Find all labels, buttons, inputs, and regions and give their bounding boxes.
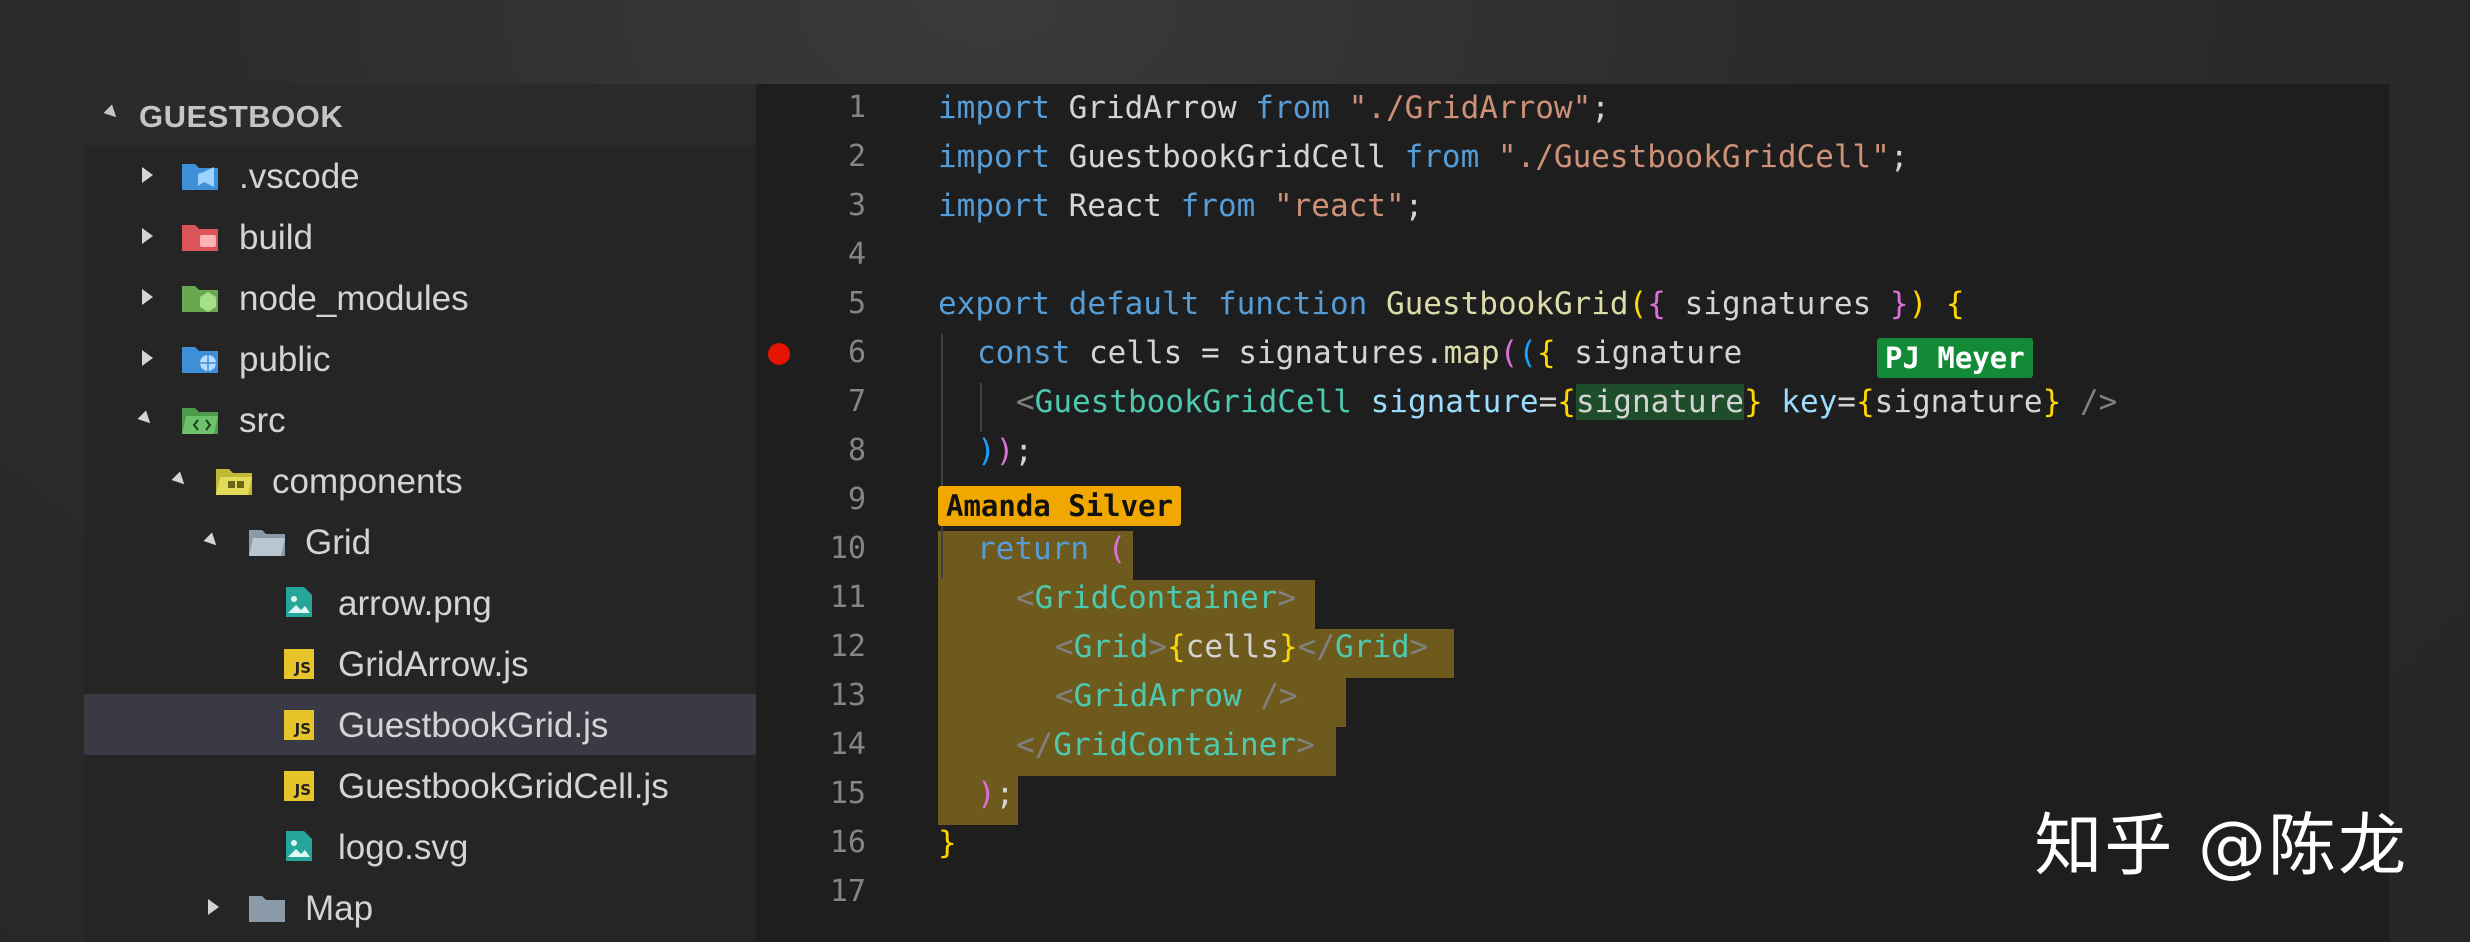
tree-item-label: Map — [305, 889, 374, 928]
tree-item-guestbookgridcell-js[interactable]: JS GuestbookGridCell.js — [84, 755, 756, 816]
tree-item-label: GridArrow.js — [338, 645, 529, 684]
folder-open-icon — [249, 530, 285, 556]
code-line[interactable]: 14 </GridContainer> — [756, 721, 2389, 770]
src-folder-icon — [182, 408, 218, 434]
tree-item-label: Grid — [305, 523, 372, 562]
code-line[interactable]: 5 export default function GuestbookGrid(… — [756, 280, 2389, 329]
components-folder-icon — [216, 469, 252, 495]
tree-item-src[interactable]: src — [84, 389, 756, 450]
line-number: 16 — [829, 825, 866, 860]
explorer-root-header[interactable]: GUESTBOOK — [84, 84, 756, 145]
line-number: 10 — [829, 531, 866, 566]
chevron-down-icon — [203, 532, 221, 550]
line-number: 2 — [847, 139, 866, 174]
code-line[interactable]: 6 const cells = signatures.map(({ signat… — [756, 329, 2389, 378]
code-line[interactable]: 7 <GuestbookGridCell signature={signatur… — [756, 378, 2389, 427]
tree-item-label: GuestbookGrid.js — [338, 706, 609, 745]
tree-item-label: build — [239, 218, 313, 257]
tree-item-gridarrow-js[interactable]: JS GridArrow.js — [84, 633, 756, 694]
code-line[interactable]: 3 import React from "react"; — [756, 182, 2389, 231]
tree-item-map[interactable]: Map — [84, 877, 756, 938]
code-line[interactable]: 8 )); — [756, 427, 2389, 476]
line-number: 12 — [829, 629, 866, 664]
tree-item-arrow-png[interactable]: arrow.png — [84, 572, 756, 633]
collaborator-flag-amanda: Amanda Silver — [938, 486, 1181, 526]
tree-item-logo-svg[interactable]: logo.svg — [84, 816, 756, 877]
tree-item-components[interactable]: components — [84, 450, 756, 511]
code-line[interactable]: 13 <GridArrow /> — [756, 672, 2389, 721]
line-number: 13 — [829, 678, 866, 713]
chevron-right-icon — [142, 228, 153, 244]
chevron-right-icon — [142, 350, 153, 366]
line-number: 15 — [829, 776, 866, 811]
tree-item-public[interactable]: public — [84, 328, 756, 389]
code-line[interactable]: 12 <Grid>{cells}</Grid> — [756, 623, 2389, 672]
code-line[interactable]: 11 <GridContainer> — [756, 574, 2389, 623]
tree-item-vscode[interactable]: .vscode — [84, 145, 756, 206]
js-file-icon: JS — [284, 710, 314, 740]
line-number: 4 — [847, 237, 866, 272]
chevron-right-icon — [142, 167, 153, 183]
explorer-root-title: GUESTBOOK — [139, 99, 344, 134]
chevron-right-icon — [208, 899, 219, 915]
line-number: 17 — [829, 874, 866, 909]
chevron-down-icon — [137, 410, 155, 428]
code-line[interactable]: 4 — [756, 231, 2389, 280]
tree-item-label: arrow.png — [338, 584, 492, 623]
folder-icon — [249, 896, 285, 922]
line-number: 5 — [847, 286, 866, 321]
tree-item-build[interactable]: build — [84, 206, 756, 267]
line-number: 8 — [847, 433, 866, 468]
js-file-icon: JS — [284, 649, 314, 679]
code-line[interactable]: 2 import GuestbookGridCell from "./Guest… — [756, 133, 2389, 182]
tree-item-label: src — [239, 401, 286, 440]
vscode-folder-icon — [182, 164, 218, 190]
line-number: 6 — [847, 335, 866, 370]
tree-item-grid[interactable]: Grid — [84, 511, 756, 572]
tree-item-label: components — [272, 462, 463, 501]
tree-item-label: public — [239, 340, 331, 379]
build-folder-icon — [182, 225, 218, 251]
chevron-down-icon — [103, 104, 121, 122]
explorer-sidebar: GUESTBOOK .vscode build node_modules pub… — [84, 84, 756, 942]
tree-item-guestbookgrid-js[interactable]: JS GuestbookGrid.js — [84, 694, 756, 755]
node-folder-icon — [182, 286, 218, 312]
tree-item-node-modules[interactable]: node_modules — [84, 267, 756, 328]
tree-item-label: GuestbookGridCell.js — [338, 767, 669, 806]
line-number: 1 — [847, 90, 866, 125]
chevron-right-icon — [142, 289, 153, 305]
collaborator-flag-pj: PJ Meyer — [1877, 338, 2033, 378]
line-number: 9 — [847, 482, 866, 517]
js-file-icon: JS — [284, 771, 314, 801]
line-number: 3 — [847, 188, 866, 223]
chevron-down-icon — [171, 471, 189, 489]
line-number: 14 — [829, 727, 866, 762]
code-line[interactable]: 1 import GridArrow from "./GridArrow"; — [756, 84, 2389, 133]
tree-item-label: node_modules — [239, 279, 469, 318]
line-number: 7 — [847, 384, 866, 419]
line-number: 11 — [829, 580, 866, 615]
tree-item-label: .vscode — [239, 157, 360, 196]
tree-item-label: logo.svg — [338, 828, 469, 867]
public-folder-icon — [182, 347, 218, 373]
image-file-icon — [286, 587, 312, 617]
image-file-icon — [286, 831, 312, 861]
watermark-text: 知乎 @陈龙 — [2034, 807, 2408, 886]
code-line[interactable]: 10 return ( — [756, 525, 2389, 574]
